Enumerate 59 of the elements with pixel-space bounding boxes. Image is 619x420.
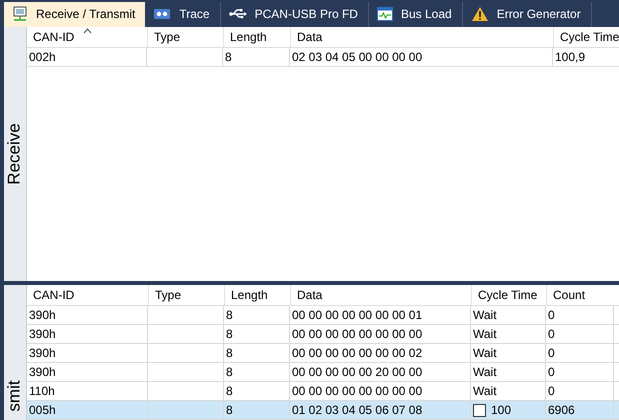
table-cell: 00 00 00 00 00 00 00 02	[290, 344, 471, 362]
table-row[interactable]: 390h 8 00 00 00 00 00 00 00 02 Wait 0	[27, 344, 619, 363]
table-cell: 00 00 00 00 00 00 00 01	[290, 306, 471, 324]
table-cell: 8	[224, 401, 290, 419]
waveform-window-icon	[376, 7, 393, 22]
column-header[interactable]: Cycle Time	[471, 285, 546, 305]
warning-icon	[470, 6, 489, 22]
table-cell: 002h	[27, 48, 147, 66]
table-cell: 8	[224, 344, 290, 362]
table-cell: 00 00 00 00 00 20 00 00	[290, 363, 471, 381]
table-cell: 100,9	[553, 48, 619, 66]
column-header[interactable]: Type	[148, 285, 224, 305]
column-header[interactable]: Type	[147, 26, 223, 47]
table-cell: 0	[546, 306, 614, 324]
table-cell: Wait	[471, 306, 546, 324]
table-cell: 390h	[27, 306, 148, 324]
table-row[interactable]: 390h 8 00 00 00 00 00 20 00 00 Wait 0	[27, 363, 619, 382]
table-cell: Wait	[471, 344, 546, 362]
table-cell: 8	[224, 382, 290, 400]
column-header[interactable]: Length	[223, 26, 290, 47]
table-cell: Wait	[471, 325, 546, 343]
column-header[interactable]: CAN-ID	[27, 26, 147, 47]
table-cell: 110h	[27, 382, 148, 400]
column-header[interactable]: Data	[290, 285, 471, 305]
tab[interactable]: Receive / Transmit	[4, 2, 146, 27]
table-cell: 390h	[27, 325, 148, 343]
table-cell: 0	[546, 344, 614, 362]
table-cell: 0	[546, 325, 614, 343]
table-cell: Wait	[471, 382, 546, 400]
table-cell: 01 02 03 04 05 06 07 08	[290, 401, 471, 419]
table-cell: 6906	[546, 401, 614, 419]
table-cell: 00 00 00 00 00 00 00 00	[290, 382, 471, 400]
table-cell: Wait	[471, 363, 546, 381]
table-cell: 8	[223, 48, 290, 66]
table-row[interactable]: 005h 8 01 02 03 04 05 06 07 08 100 6906	[27, 401, 619, 420]
table-cell: 0	[546, 382, 614, 400]
table-cell: 390h	[27, 344, 148, 362]
table-row[interactable]: 390h 8 00 00 00 00 00 00 00 01 Wait 0	[27, 306, 619, 325]
usb-icon	[228, 8, 247, 20]
table-cell: 390h	[27, 363, 148, 381]
column-header[interactable]: Cycle Time	[553, 26, 619, 47]
column-header[interactable]: Length	[224, 285, 290, 305]
transmit-label: smit	[5, 380, 25, 412]
checkbox[interactable]	[473, 404, 486, 416]
table-cell: 02 03 04 05 00 00 00 00	[290, 48, 553, 66]
table-cell: 00 00 00 00 00 00 00 00	[290, 325, 471, 343]
table-cell: 8	[224, 306, 290, 324]
column-header[interactable]: Data	[290, 26, 553, 47]
cycle-time-value: 100	[491, 402, 512, 419]
table-row[interactable]: 390h 8 00 00 00 00 00 00 00 00 Wait 0	[27, 325, 619, 344]
column-header[interactable]: CAN-ID	[27, 285, 148, 305]
table-cell: 005h	[27, 401, 148, 419]
trace-icon	[153, 8, 172, 20]
receive-label: Receive	[5, 123, 25, 185]
network-computer-icon	[12, 6, 28, 22]
table-cell: 8	[224, 325, 290, 343]
table-cell: 0	[546, 363, 614, 381]
column-header[interactable]: Count	[546, 285, 614, 305]
table-cell: 8	[224, 363, 290, 381]
